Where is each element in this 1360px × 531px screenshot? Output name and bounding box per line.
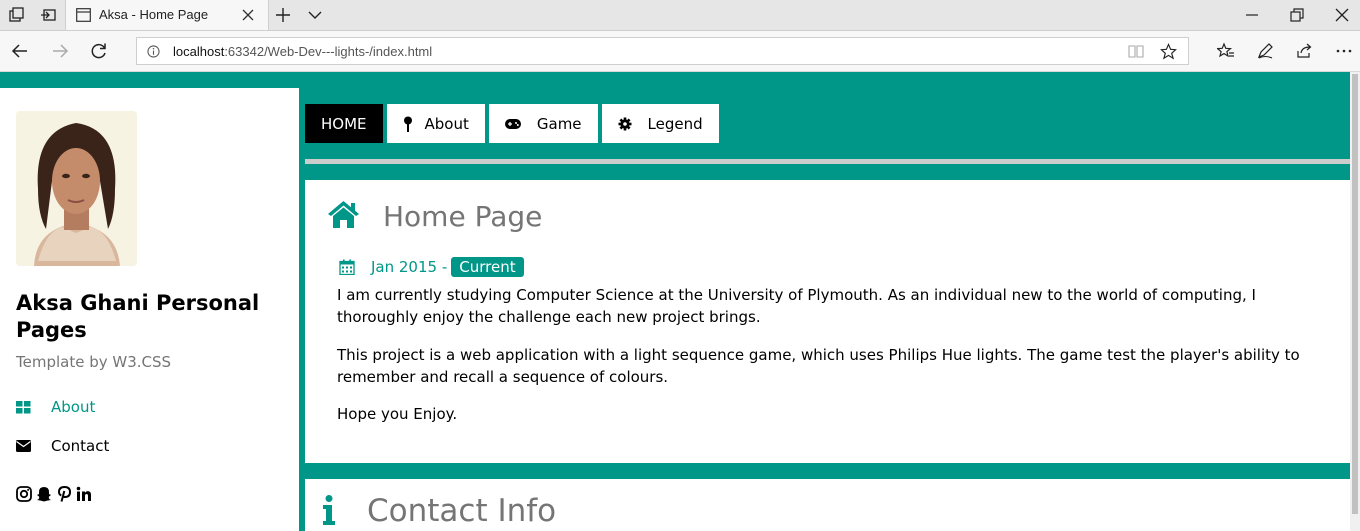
sidebar-item-label: About (51, 398, 96, 416)
home-card: Home Page Jan 2015 - Current I am curren… (305, 180, 1350, 463)
closing-paragraph: Hope you Enjoy. (337, 405, 458, 423)
menu-item-home[interactable]: HOME (305, 104, 383, 143)
url-text[interactable]: localhost:63342/Web-Dev---lights-/index.… (173, 44, 432, 59)
browser-nav-bar: localhost:63342/Web-Dev---lights-/index.… (0, 31, 1360, 72)
share-icon[interactable] (1296, 42, 1314, 60)
refresh-icon[interactable] (90, 42, 108, 60)
menu-item-game[interactable]: Game (488, 104, 598, 143)
restore-icon[interactable] (1289, 7, 1305, 23)
site-owner-name: Aksa Ghani Personal Pages (16, 291, 260, 342)
menu-item-legend[interactable]: Legend (601, 104, 719, 143)
gear-icon (618, 117, 632, 131)
close-window-icon[interactable] (1334, 7, 1350, 23)
menu-item-label: Game (536, 114, 582, 133)
scrollbar-thumb[interactable] (1352, 74, 1358, 514)
gamepad-icon (504, 118, 521, 129)
menu-divider (305, 159, 1350, 164)
project-paragraph: This project is a web application with a… (337, 346, 1300, 386)
menu-item-label: Legend (647, 114, 703, 133)
browser-tab-bar: Aksa - Home Page (0, 0, 1360, 31)
forward-icon[interactable] (51, 42, 69, 60)
sidebar-item-label: Contact (51, 437, 110, 455)
chevron-down-icon[interactable] (307, 7, 323, 23)
contact-card: Contact Info (305, 479, 1350, 531)
favorites-icon[interactable] (1217, 42, 1235, 60)
url-path: :63342/Web-Dev---lights-/index.html (224, 44, 433, 59)
page-viewport: Aksa Ghani Personal Pages Template by W3… (0, 72, 1360, 531)
minimize-icon[interactable] (1244, 7, 1260, 23)
tab-title: Aksa - Home Page (99, 7, 209, 22)
info-icon (323, 495, 335, 525)
back-icon[interactable] (11, 42, 29, 60)
sidebar-item-contact[interactable]: Contact (16, 435, 109, 457)
menu-item-label: About (424, 114, 469, 133)
instagram-icon[interactable] (16, 486, 32, 502)
notes-pen-icon[interactable] (1256, 42, 1274, 60)
browser-tab-active[interactable]: Aksa - Home Page (65, 0, 269, 30)
social-links (16, 486, 92, 502)
home-icon (328, 201, 359, 228)
set-aside-tabs-icon[interactable] (40, 7, 56, 23)
menu-item-about[interactable]: About (386, 104, 485, 143)
top-menu: HOME About Game Legend (305, 104, 719, 143)
grid-icon (16, 400, 36, 414)
contact-title: Contact Info (367, 493, 557, 529)
date-text: Jan 2015 - (371, 258, 448, 276)
pin-icon (403, 116, 413, 132)
info-circle-icon[interactable] (147, 45, 160, 58)
tab-actions-icon[interactable] (9, 7, 25, 23)
envelope-icon (16, 440, 36, 452)
template-credit: Template by W3.CSS (16, 353, 172, 371)
snapchat-icon[interactable] (36, 486, 52, 502)
url-host: localhost (173, 44, 225, 59)
date-row: Jan 2015 - Current (339, 257, 524, 277)
sidebar-item-about[interactable]: About (16, 396, 95, 418)
intro-paragraph: I am currently studying Computer Science… (337, 286, 1256, 326)
linkedin-icon[interactable] (76, 486, 92, 502)
page-icon (76, 8, 91, 22)
sidebar: Aksa Ghani Personal Pages Template by W3… (0, 88, 299, 531)
page-title: Home Page (383, 200, 543, 233)
new-tab-icon[interactable] (275, 7, 291, 23)
pinterest-icon[interactable] (56, 486, 72, 502)
avatar (16, 111, 137, 266)
close-tab-icon[interactable] (242, 9, 254, 21)
calendar-icon (339, 259, 355, 275)
profile-photo (16, 111, 137, 266)
star-icon[interactable] (1160, 43, 1177, 60)
menu-item-label: HOME (321, 114, 367, 133)
more-options-icon[interactable] (1335, 42, 1353, 60)
address-bar[interactable]: localhost:63342/Web-Dev---lights-/index.… (136, 37, 1189, 65)
status-badge: Current (451, 257, 524, 277)
page-scrollbar[interactable] (1350, 72, 1360, 531)
reading-view-icon[interactable] (1128, 44, 1144, 59)
